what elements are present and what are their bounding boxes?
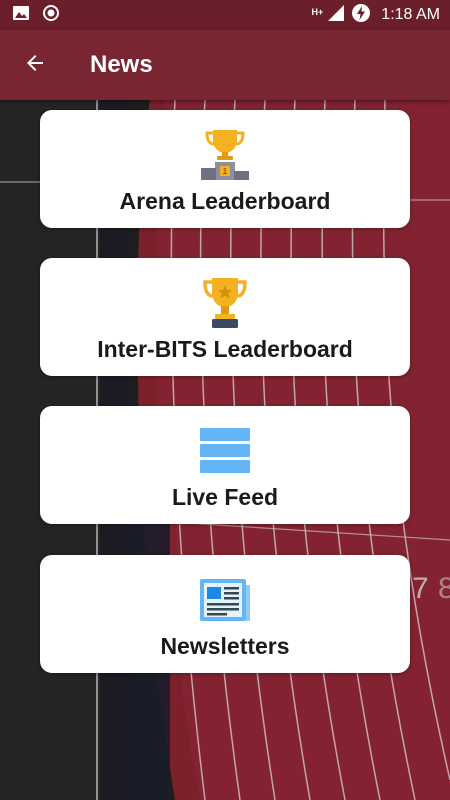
card-live-feed[interactable]: Live Feed — [40, 406, 410, 524]
card-newsletters[interactable]: Newsletters — [40, 555, 410, 673]
svg-text:1: 1 — [223, 167, 228, 176]
card-label: Newsletters — [160, 633, 290, 659]
image-icon — [12, 4, 30, 27]
status-left-icons — [12, 4, 60, 27]
status-time: 1:18 AM — [381, 6, 440, 23]
back-button[interactable] — [0, 30, 70, 100]
record-icon — [42, 4, 60, 27]
card-inter-bits-leaderboard[interactable]: Inter-BITS Leaderboard — [40, 258, 410, 376]
battery-charging-icon — [351, 3, 371, 28]
status-bar: H+ 1:18 AM — [0, 0, 450, 30]
page-title: News — [90, 51, 153, 78]
card-label: Inter-BITS Leaderboard — [97, 336, 353, 362]
arrow-back-icon — [23, 51, 47, 80]
podium-trophy-icon: 1 — [198, 128, 252, 182]
trophy-cup-icon — [198, 276, 252, 330]
app-bar: News — [0, 30, 450, 100]
status-right-icons: H+ 1:18 AM — [312, 3, 440, 28]
card-arena-leaderboard[interactable]: 1 Arena Leaderboard — [40, 110, 410, 228]
list-stack-icon — [198, 424, 252, 478]
signal-icon — [327, 4, 345, 27]
newspaper-icon — [198, 573, 252, 627]
card-label: Live Feed — [171, 484, 279, 510]
card-label: Arena Leaderboard — [119, 188, 331, 214]
network-type-label: H+ — [311, 6, 324, 17]
